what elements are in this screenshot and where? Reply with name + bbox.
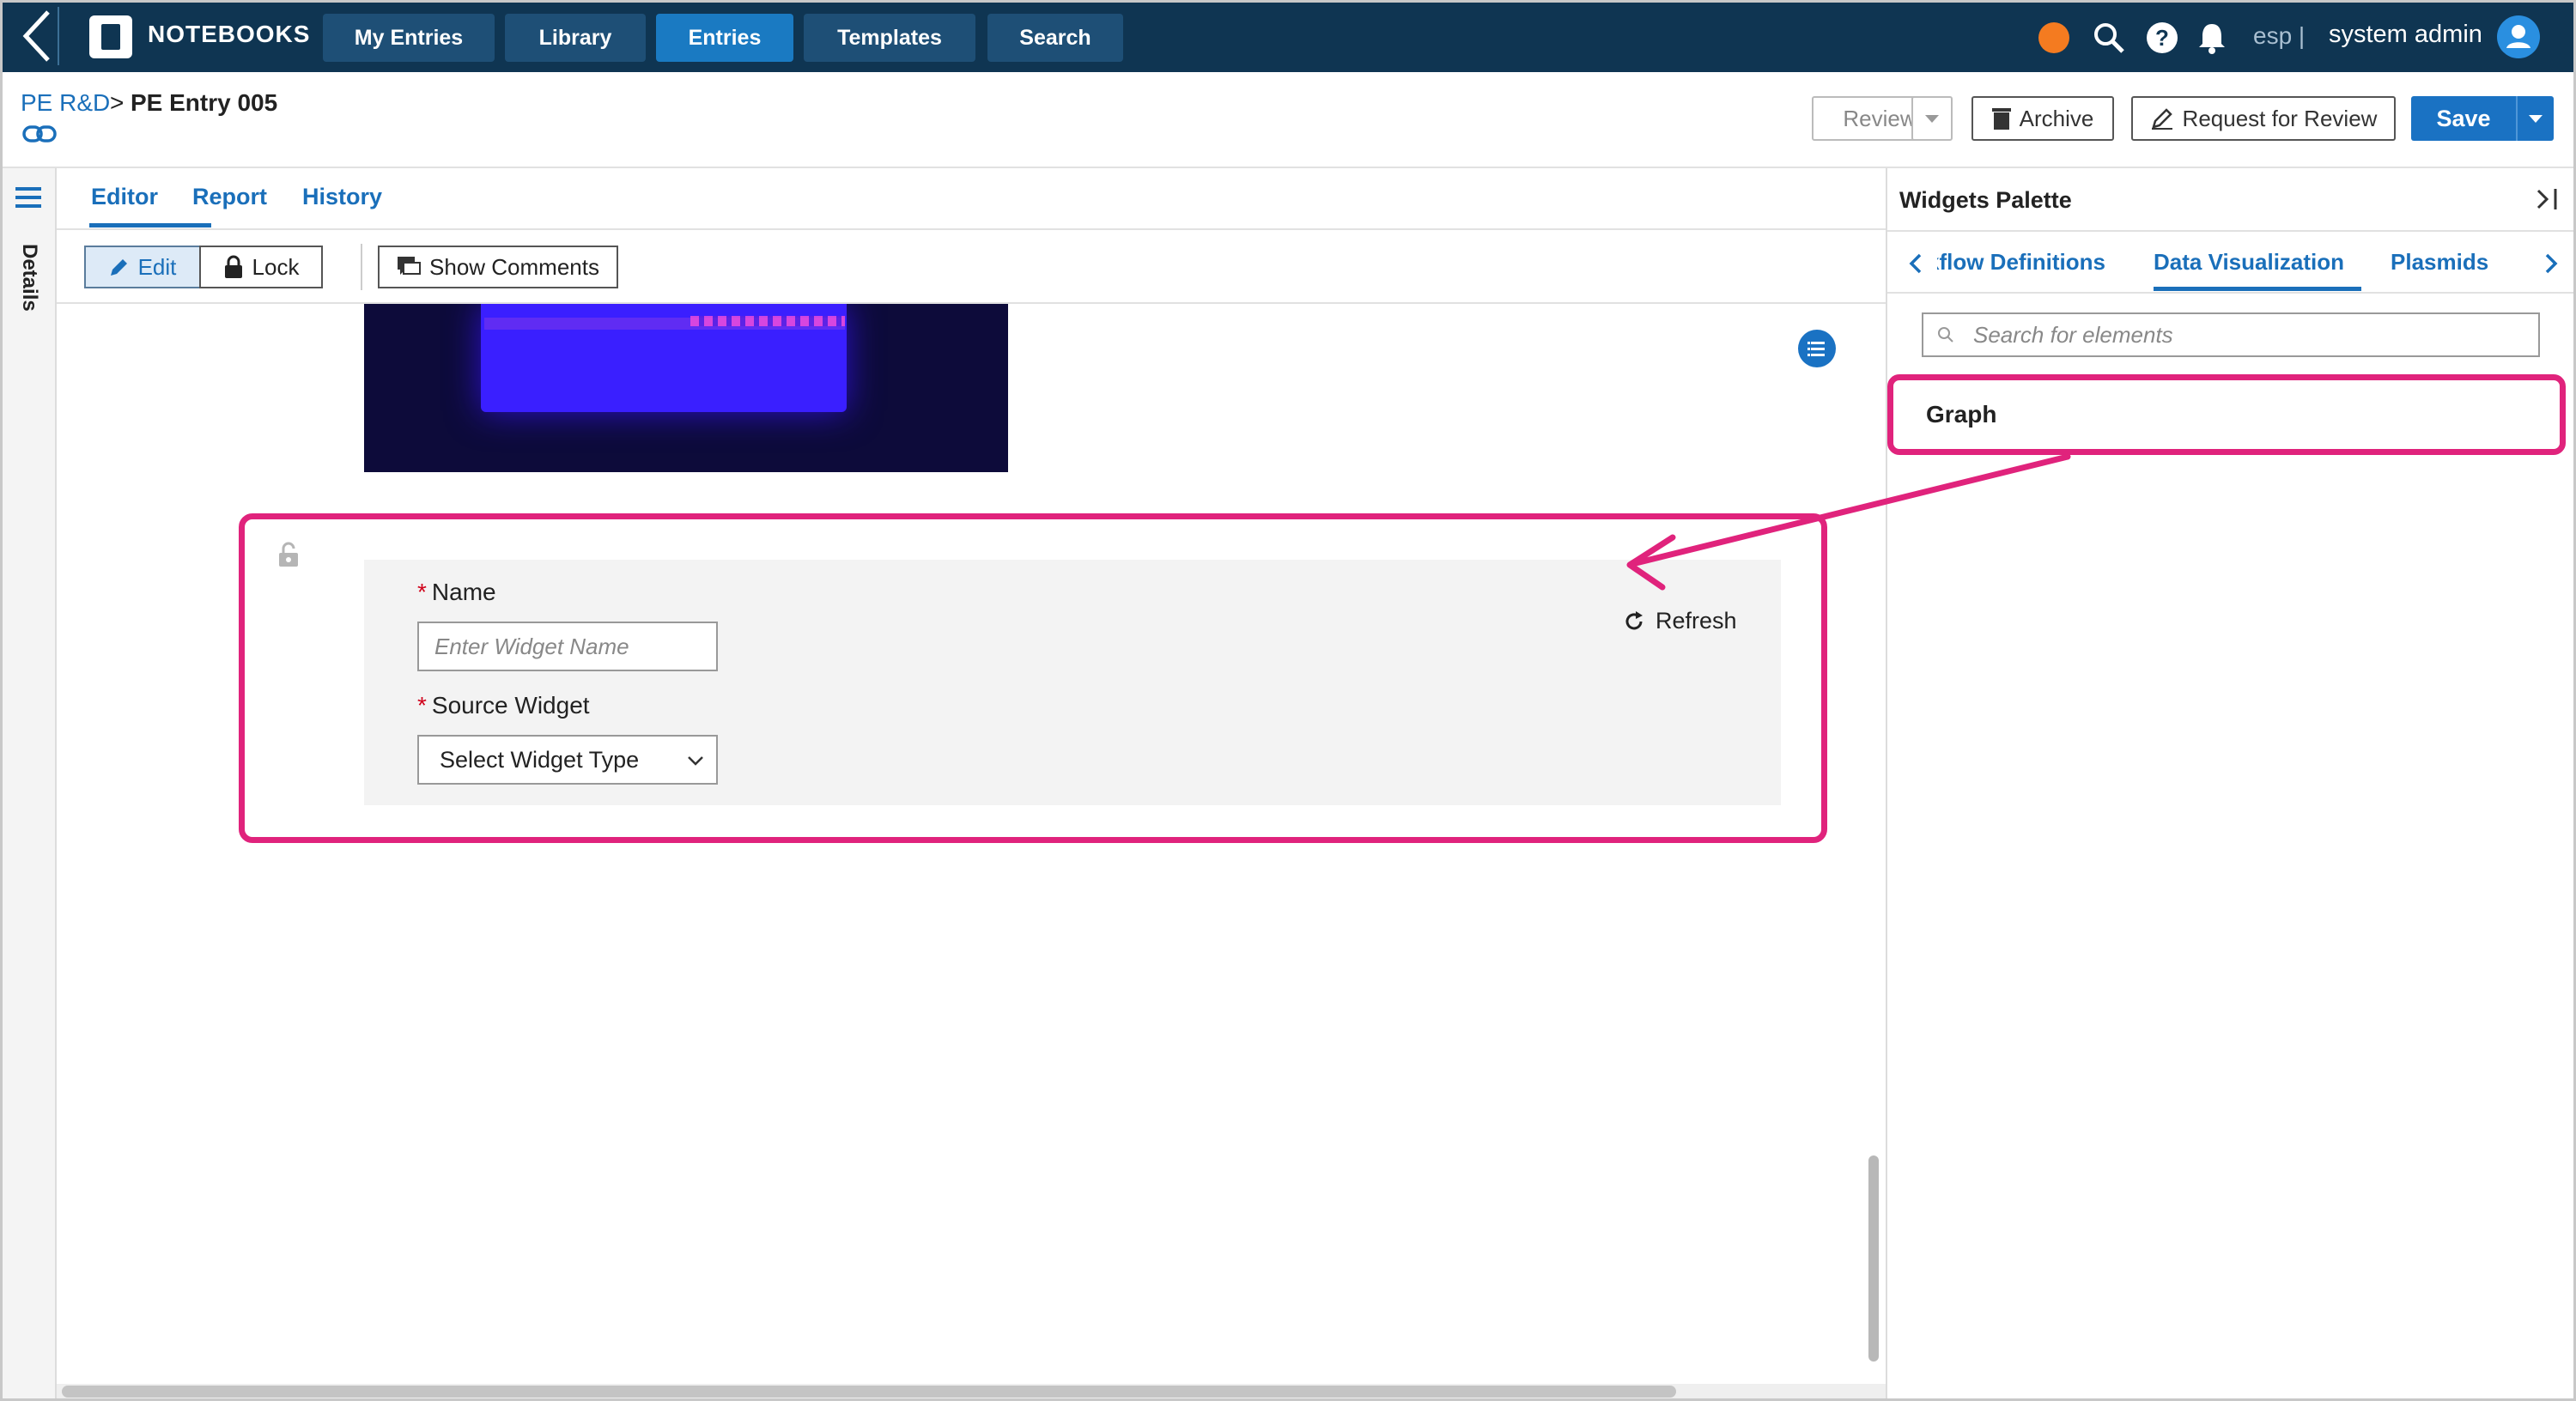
archive-button[interactable]: Archive (1971, 96, 2114, 141)
user-avatar-icon[interactable] (2497, 15, 2540, 58)
caret-down-icon (2529, 115, 2543, 123)
palette-tab-plasmids[interactable]: Plasmids (2391, 249, 2488, 276)
palette-tabs: kflow Definitions Data Visualization Pla… (1887, 230, 2576, 294)
palette-search-input[interactable]: Search for elements (1922, 312, 2540, 357)
details-toggle[interactable]: Details (17, 244, 41, 312)
lock-button[interactable]: Lock (199, 246, 323, 288)
palette-item-graph[interactable]: Graph (1887, 374, 2566, 455)
breadcrumb-parent-link[interactable]: PE R&D (21, 89, 110, 117)
save-button[interactable]: Save (2411, 96, 2554, 141)
help-icon[interactable]: ? (2145, 21, 2179, 55)
notebooks-logo-icon (89, 15, 132, 58)
tab-report[interactable]: Report (192, 184, 267, 210)
nav-library[interactable]: Library (505, 14, 646, 62)
active-tab-indicator (89, 223, 211, 227)
caret-down-icon (1925, 115, 1939, 123)
nav-my-entries[interactable]: My Entries (323, 14, 495, 62)
menu-icon[interactable] (15, 187, 41, 208)
palette-tab-data-visualization[interactable]: Data Visualization (2154, 249, 2344, 276)
editor-toolbar: Edit Lock Show Comments (57, 230, 1886, 304)
show-comments-button[interactable]: Show Comments (378, 246, 618, 288)
nav-templates[interactable]: Templates (804, 14, 975, 62)
svg-text:?: ? (2155, 25, 2169, 51)
search-icon[interactable] (2092, 21, 2126, 55)
nav-entries[interactable]: Entries (656, 14, 793, 62)
widget-highlight-annotation (239, 513, 1827, 843)
user-name[interactable]: system admin (2329, 21, 2482, 49)
top-navbar: NOTEBOOKS My Entries Library Entries Tem… (0, 0, 2576, 72)
horizontal-scrollbar[interactable] (62, 1386, 1676, 1398)
details-rail: Details (0, 168, 57, 1401)
review-dropdown-toggle[interactable] (1911, 96, 1953, 141)
palette-title: Widgets Palette (1899, 187, 2072, 213)
lock-icon (224, 255, 242, 278)
save-dropdown-toggle[interactable] (2516, 96, 2554, 141)
vertical-scrollbar[interactable] (1868, 1155, 1879, 1362)
trash-icon (1991, 108, 2011, 130)
request-review-button[interactable]: Request for Review (2131, 96, 2396, 141)
tab-history[interactable]: History (302, 184, 382, 210)
palette-tab-workflow-definitions[interactable]: kflow Definitions (1937, 249, 2105, 276)
language-switch[interactable]: esp | (2253, 22, 2305, 50)
link-icon[interactable] (22, 124, 57, 144)
pencil-icon (110, 259, 127, 276)
notifications-bell-icon[interactable] (2195, 21, 2229, 55)
chevron-right-icon[interactable] (2542, 252, 2561, 275)
edit-request-icon (2151, 108, 2172, 130)
gel-electrophoresis-image (364, 304, 1008, 472)
section-list-icon[interactable] (1798, 330, 1836, 367)
gel-band-markers (690, 316, 845, 326)
edit-mode-button[interactable]: Edit (84, 246, 201, 288)
nav-search[interactable]: Search (987, 14, 1123, 62)
app-brand: NOTEBOOKS (148, 21, 311, 47)
tab-editor[interactable]: Editor (91, 184, 158, 210)
breadcrumb-separator: > (110, 89, 125, 116)
active-palette-tab-indicator (2154, 287, 2361, 291)
editor-tabs: Editor Report History (57, 168, 1886, 230)
entry-header: PE R&D > PE Entry 005 Review Archive Req… (0, 72, 2576, 168)
search-icon (1938, 327, 1953, 343)
collapse-panel-icon[interactable] (2533, 185, 2562, 213)
back-chevron-icon[interactable] (14, 7, 62, 65)
chevron-left-icon[interactable] (1906, 252, 1925, 275)
breadcrumb-current: PE Entry 005 (131, 89, 278, 116)
toolbar-divider (361, 244, 362, 290)
status-indicator[interactable] (2038, 22, 2069, 53)
widgets-palette: Widgets Palette kflow Definitions Data V… (1886, 168, 2576, 1401)
comments-icon (398, 257, 422, 275)
